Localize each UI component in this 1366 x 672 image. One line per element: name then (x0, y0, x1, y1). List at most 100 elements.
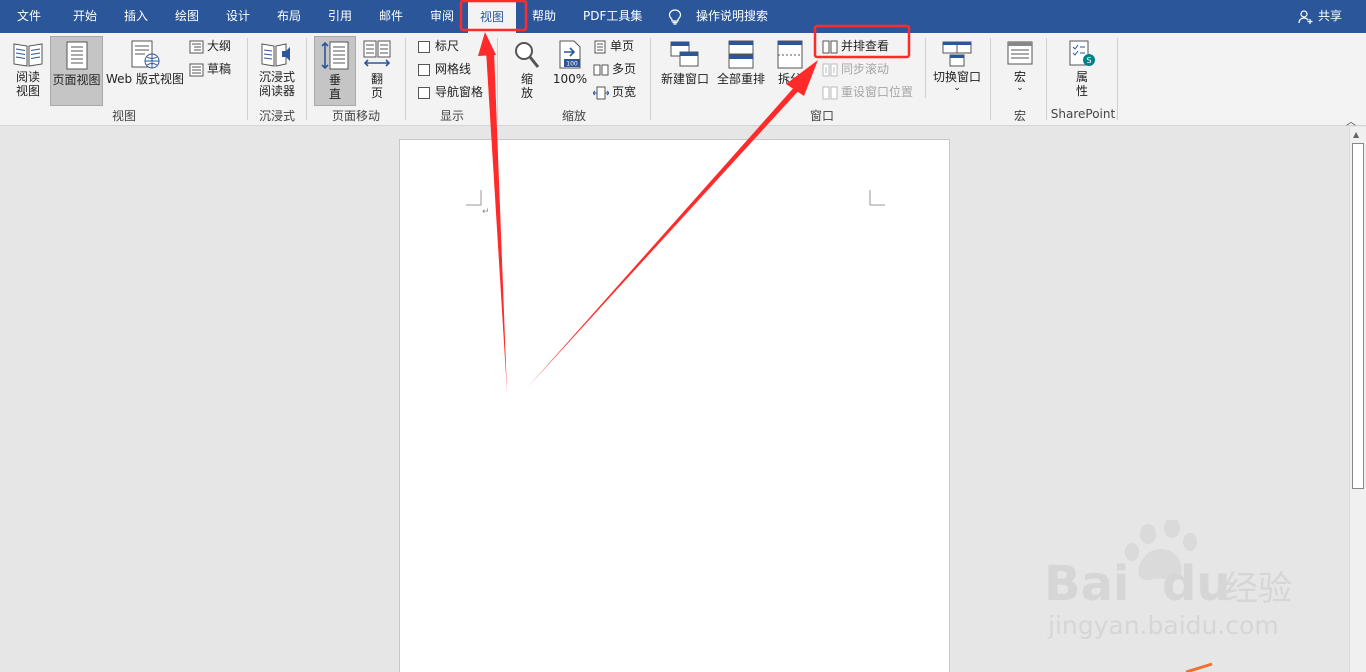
group-separator (405, 38, 406, 120)
multiple-pages-button[interactable]: 多页 (593, 59, 636, 79)
tab-pdf-tools[interactable]: PDF工具集 (583, 0, 642, 33)
group-label-sharepoint: SharePoint (1050, 107, 1116, 121)
web-layout-label: Web 版式视图 (106, 72, 184, 86)
tab-insert[interactable]: 插入 (124, 0, 148, 33)
margin-corner-mark-right (869, 190, 885, 206)
tab-layout[interactable]: 布局 (277, 0, 301, 33)
arrange-all-label: 全部重排 (716, 72, 765, 86)
outline-button[interactable]: 大纲 (189, 36, 231, 56)
one-page-button[interactable]: 单页 (593, 36, 634, 56)
split-button[interactable]: 拆分 (770, 36, 810, 104)
gridlines-checkbox-box[interactable] (418, 63, 430, 76)
page-width-button[interactable]: 页宽 (593, 82, 636, 102)
reset-window-position-button[interactable]: 重设窗口位置 (822, 82, 913, 102)
vertical-scrollbar[interactable]: ▲ (1349, 127, 1366, 672)
nav-pane-checkbox-box[interactable] (418, 86, 430, 99)
immersive-reader-icon (261, 43, 290, 67)
group-separator (650, 38, 651, 120)
scrollbar-thumb[interactable] (1352, 143, 1364, 489)
tab-design[interactable]: 设计 (226, 0, 250, 33)
read-mode-icon (13, 43, 43, 67)
multiple-pages-label: 多页 (612, 62, 637, 76)
vertical-button[interactable]: 垂 直 (314, 36, 356, 106)
outline-label: 大纲 (207, 39, 232, 53)
tell-me-label: 操作说明搜索 (696, 9, 769, 23)
gridlines-checkbox[interactable]: 网格线 (418, 59, 471, 79)
group-label-immersive: 沉浸式 (258, 109, 295, 123)
tab-view[interactable]: 视图 (468, 1, 517, 33)
view-side-by-side-button[interactable]: 并排查看 (822, 36, 889, 56)
group-separator (306, 38, 307, 120)
margin-corner-mark-left (466, 190, 482, 206)
zoom-label-1: 缩 (520, 72, 533, 86)
document-page[interactable]: ↵ (399, 139, 950, 672)
split-label: 拆分 (777, 72, 802, 86)
arrange-all-button[interactable]: 全部重排 (714, 36, 768, 104)
collapse-ribbon-chevron-icon[interactable]: ︿ (1346, 113, 1356, 128)
nav-pane-checkbox[interactable]: 导航窗格 (418, 82, 483, 102)
side-to-side-button[interactable]: 翻 页 (358, 36, 396, 104)
magnifier-icon (515, 42, 540, 68)
person-add-icon (1298, 10, 1313, 24)
group-separator (1117, 38, 1118, 120)
reset-window-icon (822, 86, 838, 99)
group-label-zoom: 缩放 (561, 109, 586, 123)
ruler-label: 标尺 (435, 39, 460, 53)
side-to-side-label-1: 翻 (370, 72, 383, 86)
sync-scroll-icon (822, 63, 838, 76)
switch-windows-label: 切换窗口 (932, 70, 981, 84)
new-window-label: 新建窗口 (660, 72, 709, 86)
group-separator (497, 38, 498, 120)
scroll-up-arrow-icon[interactable]: ▲ (1353, 130, 1359, 139)
side-by-side-icon (822, 40, 838, 53)
tab-help[interactable]: 帮助 (532, 0, 556, 33)
ruler-checkbox-box[interactable] (418, 40, 430, 53)
chevron-down-icon: ⌄ (1016, 83, 1024, 93)
lightbulb-icon (668, 9, 682, 25)
window-subseparator (925, 38, 926, 98)
immersive-reader-button[interactable]: 沉浸式 阅读器 (255, 36, 299, 104)
properties-button[interactable]: S 属 性 (1062, 36, 1102, 104)
tab-mailings[interactable]: 邮件 (379, 0, 403, 33)
svg-text:S: S (1086, 56, 1091, 65)
group-label-show: 显示 (439, 109, 464, 123)
web-layout-icon (131, 40, 160, 69)
print-layout-icon (66, 41, 87, 70)
draft-button[interactable]: 草稿 (189, 59, 231, 79)
zoom-100-button[interactable]: 100 100% (550, 36, 590, 104)
zoom-label-2: 放 (520, 86, 533, 100)
gridlines-label: 网格线 (435, 62, 472, 76)
tab-draw[interactable]: 绘图 (175, 0, 199, 33)
page-width-label: 页宽 (612, 85, 637, 99)
one-page-label: 单页 (610, 39, 635, 53)
macros-label: 宏 (1013, 70, 1026, 84)
synchronous-scrolling-button[interactable]: 同步滚动 (822, 59, 889, 79)
share-label: 共享 (1318, 9, 1343, 23)
macros-icon (1007, 41, 1033, 65)
new-window-button[interactable]: 新建窗口 (658, 36, 712, 104)
zoom-100-icon-text: 100 (566, 61, 578, 68)
reset-window-label: 重设窗口位置 (841, 85, 914, 99)
side-by-side-label: 并排查看 (841, 39, 890, 53)
print-layout-button[interactable]: 页面视图 (50, 36, 103, 106)
side-to-side-label-2: 页 (370, 86, 383, 100)
tab-home[interactable]: 开始 (73, 0, 97, 33)
zoom-button[interactable]: 缩 放 (506, 36, 548, 104)
switch-windows-button[interactable]: 切换窗口 ⌄ (929, 36, 985, 104)
sync-scroll-label: 同步滚动 (841, 62, 890, 76)
tab-review[interactable]: 审阅 (430, 0, 454, 33)
paragraph-mark: ↵ (482, 207, 490, 217)
ribbon-view: 阅读 视图 页面视图 Web 版式视图 大纲 草稿 视图 沉浸式 阅读器 沉浸式… (0, 33, 1366, 128)
nav-pane-label: 导航窗格 (435, 85, 484, 99)
ruler-checkbox[interactable]: 标尺 (418, 36, 459, 56)
group-label-window: 窗口 (809, 109, 834, 123)
vertical-scroll-icon (321, 41, 349, 70)
ribbon-tab-bar: 文件 开始 插入 绘图 设计 布局 引用 邮件 审阅 视图 帮助 PDF工具集 … (0, 0, 1366, 33)
read-mode-button[interactable]: 阅读 视图 (8, 36, 48, 104)
web-layout-button[interactable]: Web 版式视图 (104, 36, 186, 104)
tab-references[interactable]: 引用 (328, 0, 352, 33)
properties-label-2: 性 (1075, 84, 1088, 98)
document-canvas[interactable]: ↵ (0, 127, 1349, 672)
tab-file[interactable]: 文件 (17, 0, 41, 33)
macros-button[interactable]: 宏 ⌄ (1000, 36, 1040, 104)
